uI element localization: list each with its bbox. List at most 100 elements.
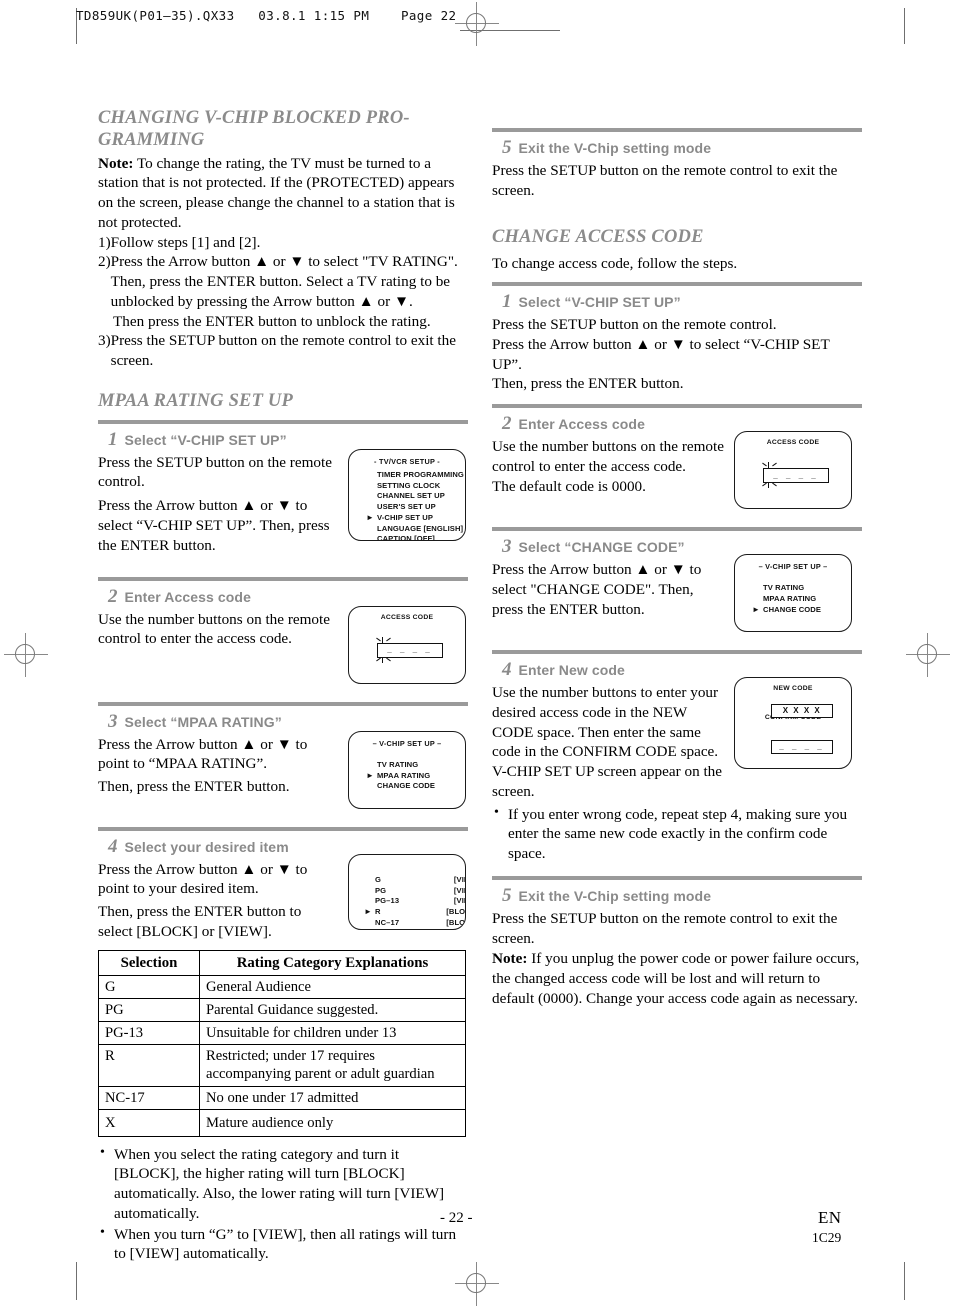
note-paragraph: Note: To change the rating, the TV must … xyxy=(98,154,468,233)
cursor-arrow-icon: ► xyxy=(366,512,375,522)
osd-title: - TV/VCR SETUP - xyxy=(374,456,440,466)
step4-bullet-list: If you enter wrong code, repeat step 4, … xyxy=(492,804,862,864)
list-item: 3) Press the SETUP button on the remote … xyxy=(98,331,468,371)
left-bullet-list: When you select the rating category and … xyxy=(98,1144,468,1265)
table-cell-selection: PG-13 xyxy=(98,1021,200,1046)
table-header-explanations: Rating Category Explanations xyxy=(199,949,466,977)
table-cell-explanation: General Audience xyxy=(199,975,466,1000)
osd-menu-item: SETTING CLOCK xyxy=(377,480,441,490)
list-text: Press the Arrow button ▲ or ▼ to select … xyxy=(110,253,458,310)
cursor-arrow-icon: ► xyxy=(366,770,375,780)
osd-rating-value: [BLOCK] xyxy=(446,907,466,917)
step-text: Then, press the ENTER button. xyxy=(98,778,290,796)
step-header-2: 2 Enter Access code xyxy=(100,586,468,608)
step-body-r4: Use the number buttons to enter your des… xyxy=(492,677,862,864)
table-row: R Restricted; under 17 requires accompan… xyxy=(98,1044,466,1087)
step-title: Select “V-CHIP SET UP” xyxy=(518,294,681,311)
step-body-r3: Press the Arrow button ▲ or ▼ to select … xyxy=(492,554,862,640)
blink-marks-icon xyxy=(761,462,779,489)
note-label: Note: xyxy=(98,154,134,172)
osd-rating-label: NC–17 xyxy=(375,917,400,927)
step-text: Press the Arrow button ▲ or ▼ to point t… xyxy=(98,735,308,773)
osd-rating-row: PG [VIEW] xyxy=(375,885,465,897)
step-title: Select “MPAA RATING” xyxy=(124,713,282,730)
step-header-r1: 1 Select “V-CHIP SET UP” xyxy=(494,291,862,313)
step-number: 5 xyxy=(502,884,512,906)
divider xyxy=(492,875,862,880)
step-body-r2: Use the number buttons on the remote con… xyxy=(492,431,862,517)
step-number: 3 xyxy=(502,536,512,558)
osd-menu-item: USER'S SET UP xyxy=(377,502,436,512)
divider xyxy=(492,650,862,655)
divider xyxy=(98,826,468,831)
table-cell-selection: X xyxy=(98,1108,200,1137)
divider xyxy=(98,419,468,424)
step-text: Then, press the ENTER button to select [… xyxy=(98,903,302,940)
list-continuation: Then press the ENTER button to unblock t… xyxy=(113,312,431,330)
table-cell-explanation: Mature audience only xyxy=(199,1108,466,1137)
step-number: 1 xyxy=(108,428,118,450)
table-cell-selection: NC-17 xyxy=(98,1085,200,1110)
table-cell-selection: PG xyxy=(98,998,200,1023)
osd-screen-mpaa-ratings: G [VIEW] PG [VIEW] PG–13 [VIEW] ► R [BLO… xyxy=(348,853,466,930)
section-title-change-access-code: CHANGE ACCESS CODE xyxy=(492,226,704,247)
step-text: Then, press the ENTER button. xyxy=(492,375,684,393)
document-header-info: TD859UK(P01–35).QX33 03.8.1 1:15 PM Page… xyxy=(76,8,457,23)
divider xyxy=(98,701,468,706)
table-row: X Mature audience only xyxy=(98,1108,466,1137)
step-text: Press the SETUP button on the remote con… xyxy=(98,453,332,491)
registration-mark-bottom xyxy=(455,1262,499,1306)
change-code-intro: To change access code, follow the steps. xyxy=(492,255,738,273)
osd-screen-vchip-setup: – V-CHIP SET UP – TV RATING MPAA RATING … xyxy=(734,554,852,633)
step-text: Use the number buttons to enter your des… xyxy=(492,684,723,800)
osd-menu-list: TIMER PROGRAMMING SETTING CLOCK CHANNEL … xyxy=(366,469,465,540)
step-text: Press the Arrow button ▲ or ▼ to point t… xyxy=(98,860,308,898)
crop-mark-bottom-left xyxy=(76,1262,77,1300)
divider xyxy=(492,527,862,532)
osd-screen-tvvcr-setup: - TV/VCR SETUP - TIMER PROGRAMMING SETTI… xyxy=(348,448,466,541)
osd-menu-item: TV RATING xyxy=(377,759,419,769)
osd-screen-new-code: NEW CODE X X X X CONFIRM CODE _ _ _ _ xyxy=(734,677,852,770)
crop-mark-bottom-right xyxy=(904,1262,905,1300)
osd-menu-item: LANGUAGE [ENGLISH] xyxy=(377,523,464,533)
step-number: 1 xyxy=(502,291,512,313)
table-cell-explanation: Restricted; under 17 requires accompanyi… xyxy=(199,1044,466,1087)
divider xyxy=(492,128,862,132)
step-number: 4 xyxy=(108,835,118,857)
step-text: Press the SETUP button on the remote con… xyxy=(492,316,777,334)
step-title: Select “V-CHIP SET UP” xyxy=(124,431,287,448)
osd-rating-value: [VIEW] xyxy=(453,885,465,895)
osd-menu-item: TIMER PROGRAMMING xyxy=(377,469,464,479)
osd-screen-access-code: ACCESS CODE _ _ _ _ xyxy=(734,431,852,510)
note-text: To change the rating, the TV must be tur… xyxy=(98,154,455,231)
list-item: 2) Press the Arrow button ▲ or ▼ to sele… xyxy=(98,252,468,311)
osd-rating-list: G [VIEW] PG [VIEW] PG–13 [VIEW] ► R [BLO… xyxy=(364,874,466,930)
table-header-selection: Selection xyxy=(98,949,200,977)
step-text: Use the number buttons on the remote con… xyxy=(98,610,330,648)
list-text: Follow steps [1] and [2]. xyxy=(110,233,261,251)
osd-rating-label: PG xyxy=(375,885,387,895)
section-title-mpaa-rating: MPAA RATING SET UP xyxy=(98,390,293,411)
step-header-r5: 5 Exit the V-Chip setting mode xyxy=(494,885,862,907)
divider xyxy=(492,404,862,409)
rating-category-table: Selection Rating Category Explanations G… xyxy=(98,949,466,1137)
step-text: Press the Arrow button ▲ or ▼ to select … xyxy=(98,497,330,554)
osd-rating-value: [BLOCK] xyxy=(446,929,465,930)
step-title: Exit the V-Chip setting mode xyxy=(518,140,712,156)
list-marker: 2) xyxy=(98,253,111,271)
table-cell-explanation: Parental Guidance suggested. xyxy=(199,998,466,1023)
osd-rating-label: G xyxy=(375,874,382,884)
list-item: If you enter wrong code, repeat step 4, … xyxy=(492,804,862,864)
table-cell-selection: G xyxy=(98,975,200,1000)
osd-rating-label: R xyxy=(375,907,381,917)
osd-screen-access-code: ACCESS CODE _ _ _ _ xyxy=(348,605,466,684)
step-title: Select “CHANGE CODE” xyxy=(518,539,685,556)
note-paragraph-right: Note: If you unplug the power code or po… xyxy=(492,949,862,1008)
list-marker: 1) xyxy=(98,233,111,251)
crop-mark-right xyxy=(904,8,905,44)
left-column: CHANGING V-CHIP BLOCKED PRO-GRAMMING Not… xyxy=(98,108,468,1265)
step-text: Press the SETUP button on the remote con… xyxy=(492,162,838,199)
registration-mark-right xyxy=(906,633,950,677)
step-number: 4 xyxy=(502,659,512,681)
table-cell-selection: R xyxy=(98,1044,200,1087)
